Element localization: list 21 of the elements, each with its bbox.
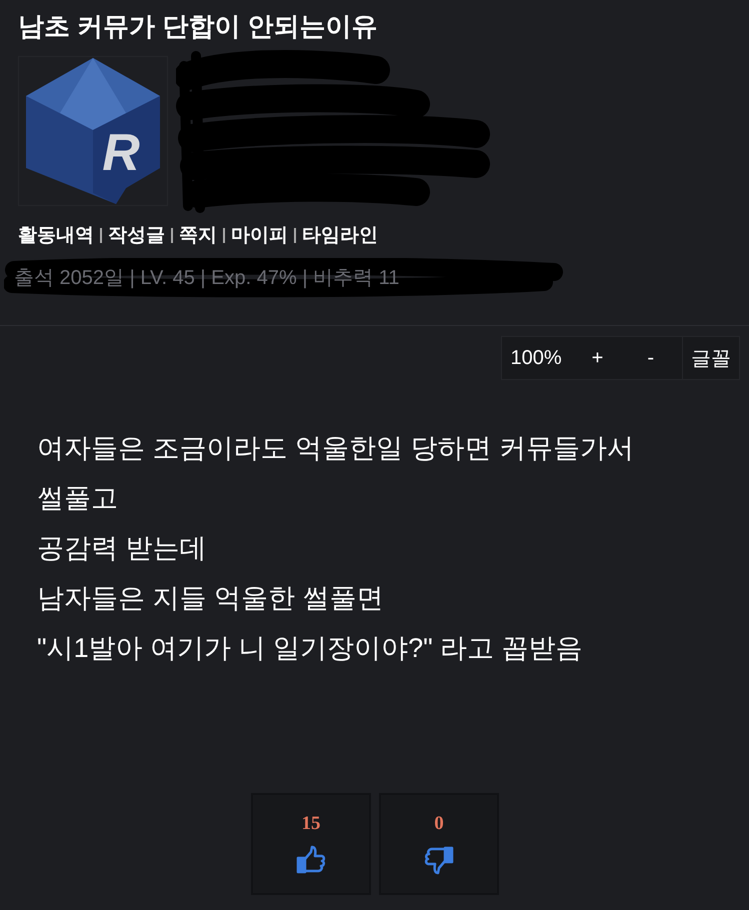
avatar-logo: R [26, 58, 160, 204]
body-text: 공감력 받는데 [37, 532, 207, 565]
profile-link[interactable]: 작성글 [108, 222, 165, 248]
downvote-button[interactable]: 0 [379, 793, 499, 895]
profile-link[interactable]: 마이피 [231, 222, 288, 248]
zoom-level: 100% [509, 346, 563, 370]
member-stats: 출석 2052일 | LV. 45 | Exp. 47% | 비추력 11 [14, 266, 400, 291]
body-text: 썰풀고 [37, 482, 118, 515]
thumbs-up-icon [296, 846, 326, 874]
body-text: 남자들은 지들 억울한 썰풀면 [37, 582, 384, 615]
font-button[interactable]: 글꼴 [682, 337, 739, 379]
zoom-in-button[interactable]: + [570, 337, 626, 379]
body-text: 여자들은 조금이라도 억울한일 당하면 커뮤들가서 [37, 432, 634, 465]
post-title: 남초 커뮤가 단합이 안되는이유 [18, 10, 378, 43]
upvote-button[interactable]: 15 [251, 793, 371, 895]
zoom-out-button[interactable]: - [625, 337, 676, 379]
profile-link[interactable]: 타임라인 [302, 222, 378, 248]
profile-link[interactable]: 활동내역 [18, 222, 94, 248]
body-text: "시1발아 여기가 니 일기장이야?" 라고 꼽받음 [37, 632, 583, 665]
thumbs-down-icon [424, 846, 454, 874]
profile-link[interactable]: 쪽지 [179, 222, 217, 248]
